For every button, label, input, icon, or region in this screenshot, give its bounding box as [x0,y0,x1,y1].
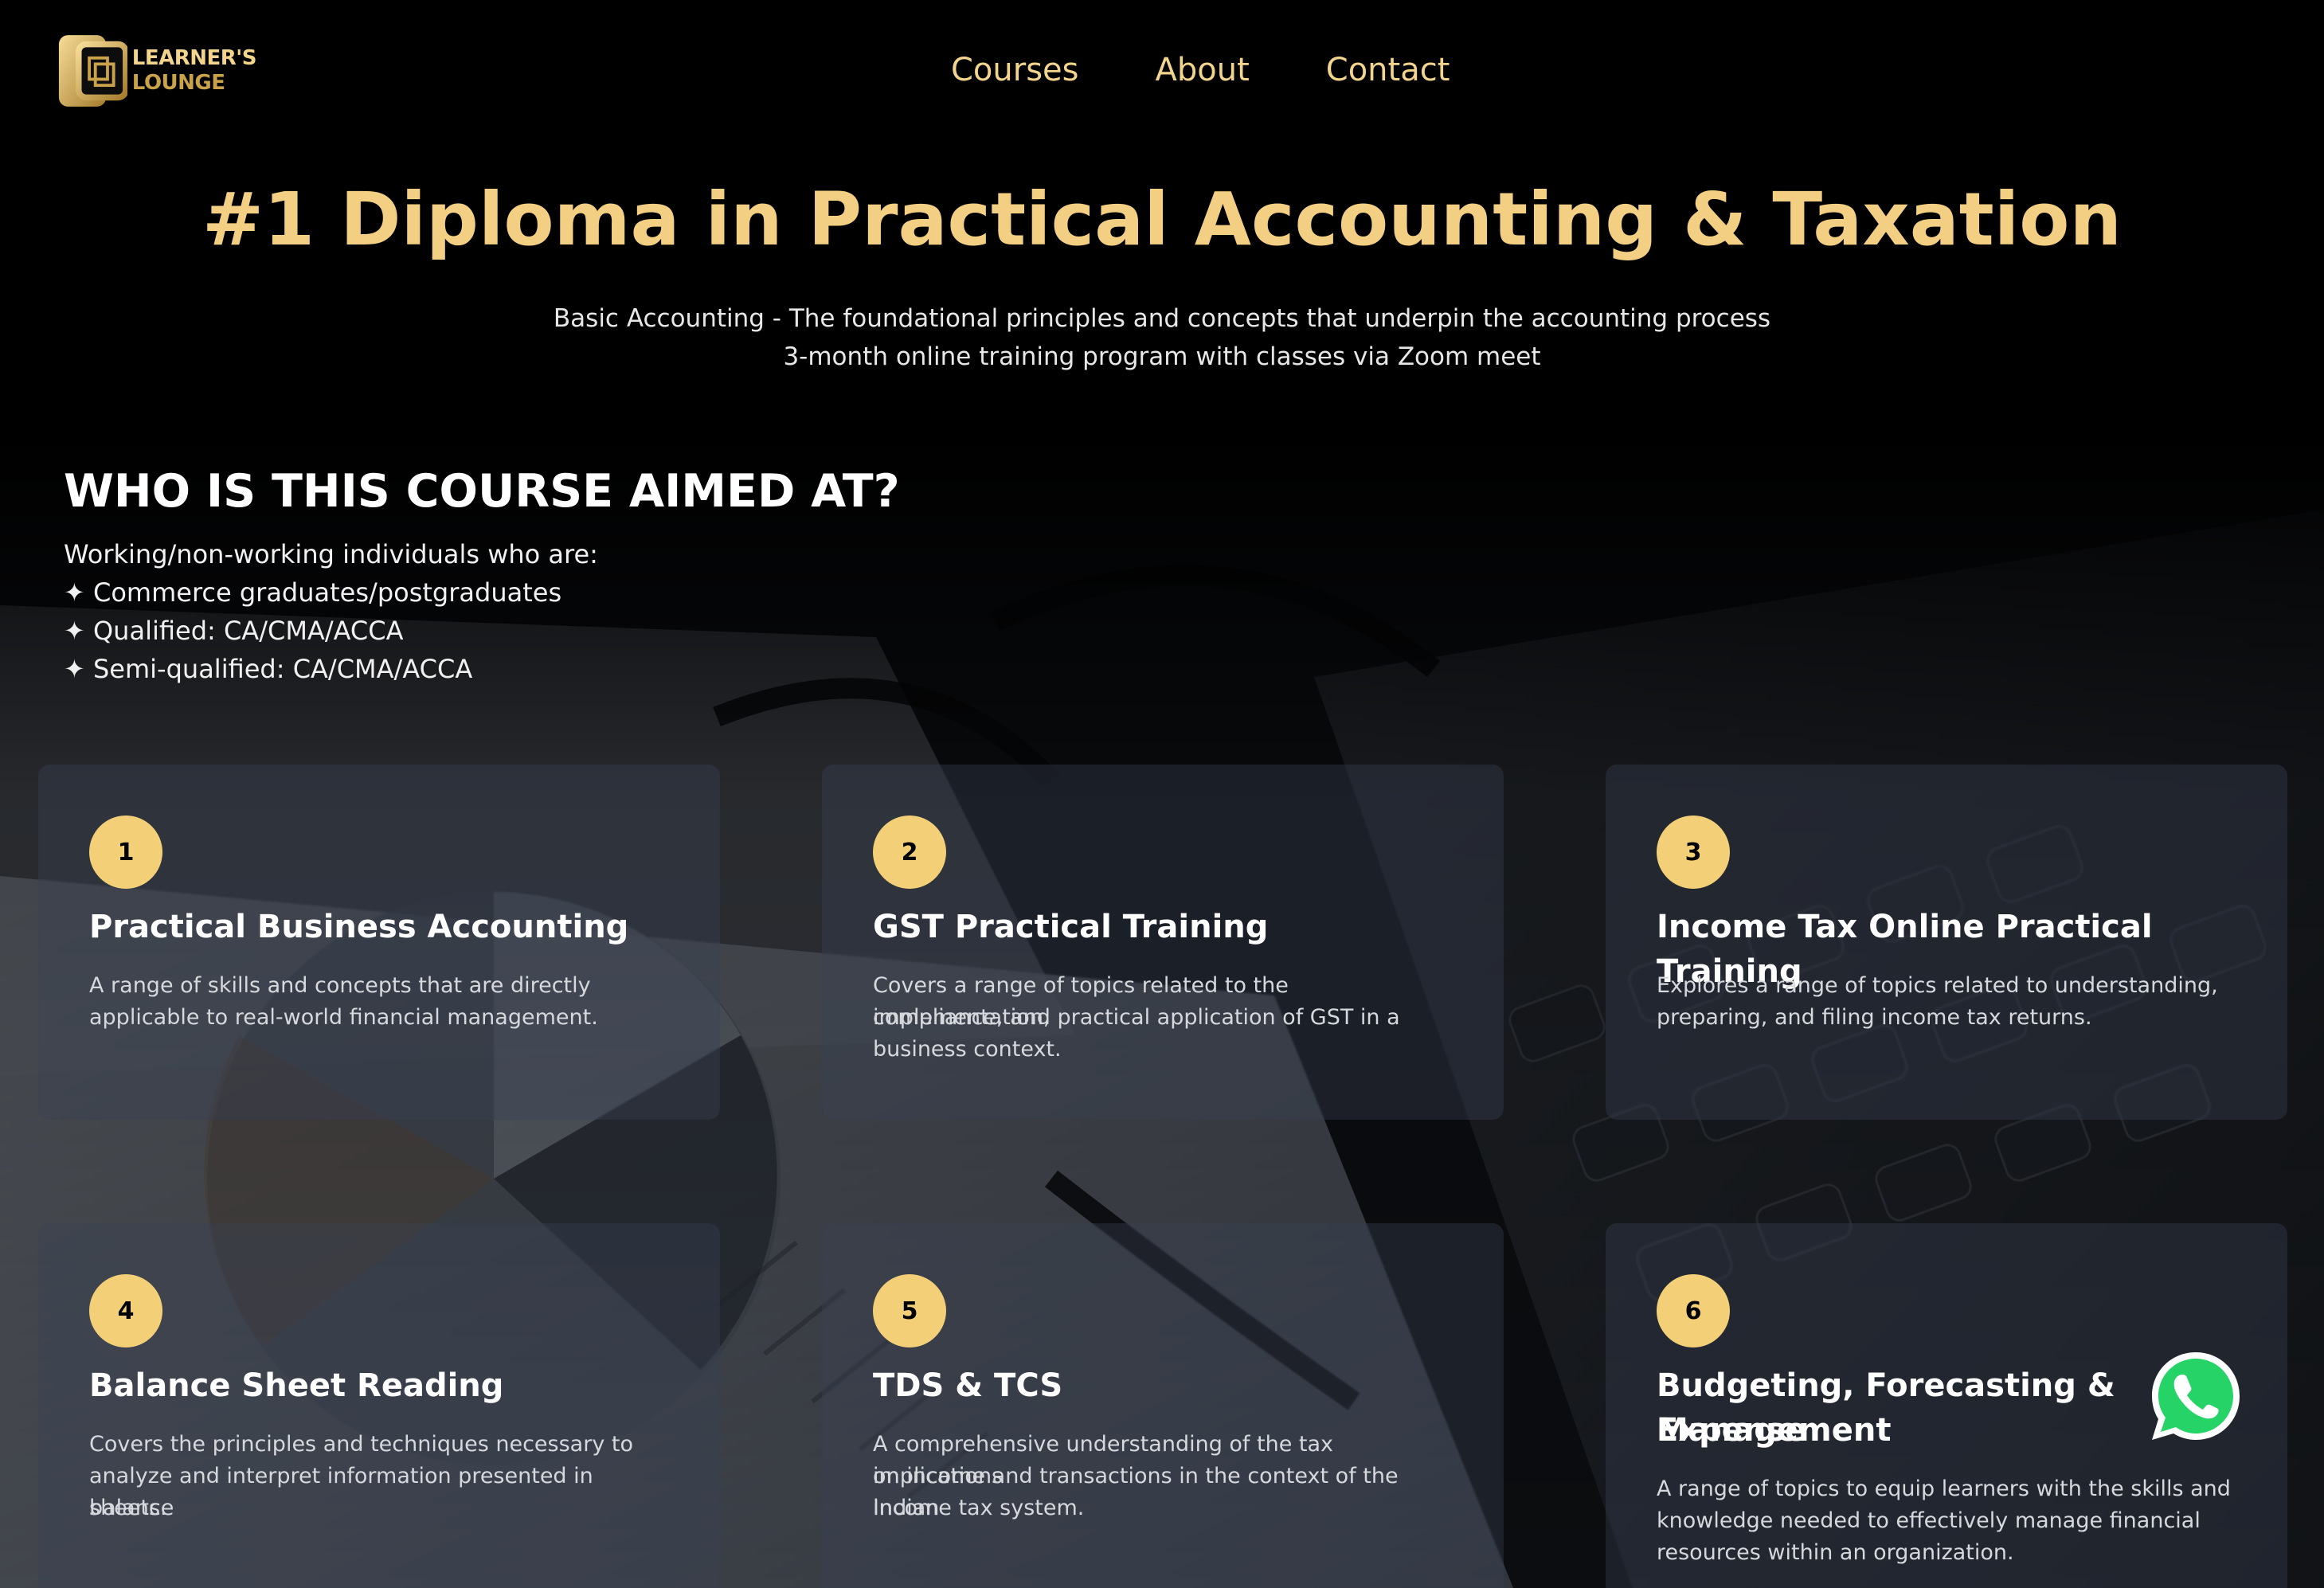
learners-lounge-logo-icon [58,35,127,107]
hero-subtitle-1: Basic Accounting - The foundational prin… [553,304,1771,333]
course-card[interactable]: 2 GST Practical Training Covers a range … [822,765,1504,1120]
brand-name-line2: LOUNGE [131,71,225,95]
brand-name-line1: LEARNER'S [131,46,257,70]
course-description-line: A range of skills and concepts that are … [89,973,591,998]
course-description-line: preparing, and filing income tax returns… [1657,1005,2092,1030]
audience-intro: Working/non-working individuals who are: [64,539,598,569]
course-card[interactable]: 4 Balance Sheet Reading Covers the princ… [38,1223,720,1588]
audience-title: WHO IS THIS COURSE AIMED AT? [64,465,900,518]
audience-item: ✦ Commerce graduates/postgraduates [64,577,562,608]
whatsapp-icon[interactable] [2147,1347,2244,1445]
course-title: TDS & TCS [873,1367,1063,1404]
audience-item: ✦ Semi-qualified: CA/CMA/ACCA [64,654,473,684]
course-description-line: knowledge needed to effectively manage f… [1657,1508,2201,1533]
nav-link-about[interactable]: About [1156,48,1250,92]
page: LEARNER'S LOUNGE Courses About Contact #… [0,0,2324,1588]
course-number-badge: 6 [1657,1274,1730,1347]
course-description-line: business context. [873,1037,1062,1062]
course-description-line: applicable to real-world financial manag… [89,1005,598,1030]
course-title: Practical Business Accounting [89,909,629,945]
course-description-line: compliance, and practical application of… [873,1005,1400,1030]
course-description-line: income tax system. [873,1496,1085,1520]
audience-item: ✦ Qualified: CA/CMA/ACCA [64,616,404,646]
course-number-badge: 4 [89,1274,162,1347]
nav-link-courses[interactable]: Courses [951,48,1079,92]
hero-subtitle-2: 3-month online training program with cla… [783,342,1541,371]
course-description-line: Covers the principles and techniques nec… [89,1432,633,1457]
course-number-badge: 5 [873,1274,946,1347]
course-title: GST Practical Training [873,909,1269,945]
nav-link-contact[interactable]: Contact [1326,48,1450,92]
course-card[interactable]: 5 TDS & TCS A comprehensive understandin… [822,1223,1504,1588]
course-number-badge: 1 [89,816,162,889]
course-description-line: A range of topics to equip learners with… [1657,1477,2231,1501]
course-description-line: Explores a range of topics related to un… [1657,973,2218,998]
brand-logo[interactable]: LEARNER'S LOUNGE [57,32,257,110]
course-number-badge: 3 [1657,816,1730,889]
hero-title: #1 Diploma in Practical Accounting & Tax… [201,177,2122,262]
main-nav: Courses About Contact [951,48,1450,92]
course-card[interactable]: 3 Income Tax Online Practical Training E… [1606,765,2287,1120]
course-description-line: sheets. [89,1496,167,1520]
course-number-badge: 2 [873,816,946,889]
course-title: Balance Sheet Reading [89,1367,504,1404]
course-card[interactable]: 1 Practical Business Accounting A range … [38,765,720,1120]
course-description-line: resources within an organization. [1657,1540,2014,1565]
